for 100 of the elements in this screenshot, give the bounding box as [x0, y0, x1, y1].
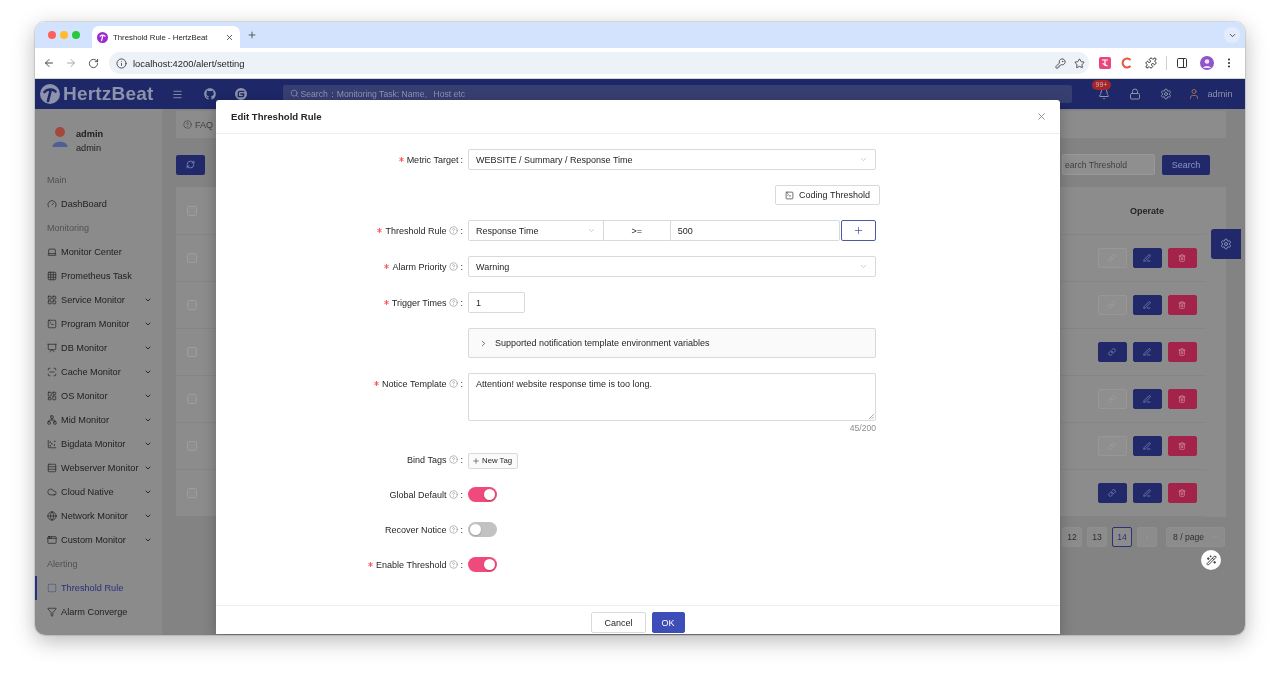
delete-button[interactable]	[1167, 483, 1197, 503]
page-button[interactable]: 14	[1112, 527, 1132, 547]
dialog-title: Edit Threshold Rule	[231, 111, 322, 122]
sidebar-item[interactable]: Cloud Native	[35, 480, 162, 504]
octocat-icon[interactable]	[203, 88, 216, 100]
lock-icon[interactable]	[1128, 88, 1141, 100]
star-icon[interactable]	[1074, 57, 1085, 69]
page-size-select[interactable]: 8 / page	[1166, 527, 1225, 547]
arc-icon[interactable]	[1121, 57, 1133, 69]
chevron-down-icon[interactable]	[144, 416, 152, 424]
page-button[interactable]: 13	[1087, 527, 1107, 547]
chevron-down-icon[interactable]	[144, 512, 152, 520]
user-icon[interactable]	[1187, 88, 1200, 100]
search-button[interactable]: Search	[1162, 154, 1210, 175]
cancel-button[interactable]: Cancel	[591, 612, 646, 633]
edit-button[interactable]	[1132, 436, 1162, 456]
coding-button[interactable]: Coding Threshold	[775, 185, 880, 205]
sidebar-item[interactable]: Service Monitor	[35, 288, 162, 312]
label-colon: :	[460, 559, 463, 570]
settings-tab-button[interactable]	[1211, 229, 1241, 259]
address-bar[interactable]: localhost:4200/alert/setting	[109, 52, 1089, 74]
field-label: Bind Tags	[407, 454, 447, 465]
info-icon[interactable]	[116, 57, 127, 69]
settings-icon[interactable]	[1159, 88, 1172, 100]
sidebar-item[interactable]: Bigdata Monitor	[35, 432, 162, 456]
plus-icon[interactable]	[247, 30, 257, 40]
close-icon[interactable]	[225, 32, 234, 42]
globe-icon	[47, 511, 57, 521]
chevron-down-icon	[859, 262, 868, 271]
side-panel-icon[interactable]	[1176, 57, 1188, 69]
search-field[interactable]: earch Threshold	[1062, 154, 1155, 175]
edit-button[interactable]	[1132, 248, 1162, 268]
label-colon: :	[460, 524, 463, 535]
bell-icon[interactable]	[1097, 88, 1110, 100]
window-close-button[interactable]	[48, 31, 56, 39]
chevron-down-icon[interactable]	[144, 320, 152, 328]
sidebar-item[interactable]: DB Monitor	[35, 336, 162, 360]
chevron-down-icon[interactable]	[144, 368, 152, 376]
user-avatar-icon	[52, 126, 68, 149]
link-button[interactable]	[1097, 342, 1127, 362]
user-name[interactable]: admin	[1207, 89, 1233, 99]
sidebar-item[interactable]: Mid Monitor	[35, 408, 162, 432]
pencil-icon	[1143, 301, 1151, 309]
sidebar-item[interactable]: Prometheus Task	[35, 264, 162, 288]
chevron-down-icon[interactable]	[144, 344, 152, 352]
reload-icon[interactable]	[88, 57, 99, 69]
faq-link[interactable]: FAQ	[183, 119, 213, 130]
chevron-down-icon[interactable]	[144, 536, 152, 544]
key-icon[interactable]	[1055, 57, 1066, 69]
chevron-down-icon[interactable]	[144, 392, 152, 400]
delete-button[interactable]	[1167, 295, 1197, 315]
label-colon: :	[460, 378, 463, 389]
edit-button[interactable]	[1132, 389, 1162, 409]
sidebar-item[interactable]: Cache Monitor	[35, 360, 162, 384]
sidebar-item[interactable]: Webserver Monitor	[35, 456, 162, 480]
refresh-button[interactable]	[176, 154, 205, 175]
edit-button[interactable]	[1132, 342, 1162, 362]
toggle-switch[interactable]	[468, 557, 497, 572]
add-button[interactable]	[841, 220, 876, 241]
chevron-down-icon[interactable]	[144, 488, 152, 496]
delete-button[interactable]	[1167, 389, 1197, 409]
chevron-down-icon[interactable]	[144, 440, 152, 448]
sidebar-item[interactable]: DashBoard	[35, 192, 162, 216]
chevron-down-icon	[859, 155, 868, 164]
laptop-icon	[47, 247, 57, 257]
sidebar-item[interactable]: Monitor Center	[35, 240, 162, 264]
extension-icon[interactable]	[1099, 57, 1111, 69]
text-input[interactable]: 500	[669, 220, 841, 241]
ok-button[interactable]: OK	[651, 612, 685, 633]
sidebar-item[interactable]: OS Monitor	[35, 384, 162, 408]
field-label: Alarm Priority	[392, 261, 447, 272]
link-button[interactable]	[1097, 483, 1127, 503]
delete-button[interactable]	[1167, 436, 1197, 456]
plus-icon	[853, 225, 865, 236]
sidebar-item[interactable]: Network Monitor	[35, 504, 162, 528]
back-icon[interactable]	[43, 57, 55, 69]
chevron-down-icon[interactable]	[144, 464, 152, 472]
text-input[interactable]: 1	[468, 292, 525, 313]
dropdown-select[interactable]: Response Time	[468, 220, 604, 241]
page-button[interactable]: 12	[1062, 527, 1082, 547]
textarea-field[interactable]: Attention! website response time is too long.	[468, 373, 876, 421]
trash-icon	[1178, 442, 1186, 450]
edit-button[interactable]	[1132, 295, 1162, 315]
puzzle-icon[interactable]	[1145, 57, 1157, 69]
sidebar-item[interactable]: Program Monitor	[35, 312, 162, 336]
dropdown-select[interactable]: Warning	[468, 256, 876, 277]
profile-avatar-icon[interactable]	[1200, 56, 1214, 70]
chevron-down-icon[interactable]	[144, 296, 152, 304]
menu-icon[interactable]	[171, 88, 183, 100]
sidebar-item[interactable]: Custom Monitor	[35, 528, 162, 552]
circle-g-icon[interactable]	[234, 88, 247, 100]
delete-button[interactable]	[1167, 342, 1197, 362]
sidebar-item[interactable]: Alarm Converge	[35, 600, 162, 624]
collapse-panel[interactable]: Supported notification template environment variables	[468, 328, 876, 358]
toggle-switch[interactable]	[468, 522, 497, 537]
edit-button[interactable]	[1132, 483, 1162, 503]
delete-button[interactable]	[1167, 248, 1197, 268]
toggle-switch[interactable]	[468, 487, 497, 502]
close-icon[interactable]	[1036, 111, 1047, 122]
dropdown-select[interactable]: WEBSITE / Summary / Response Time	[468, 149, 876, 170]
